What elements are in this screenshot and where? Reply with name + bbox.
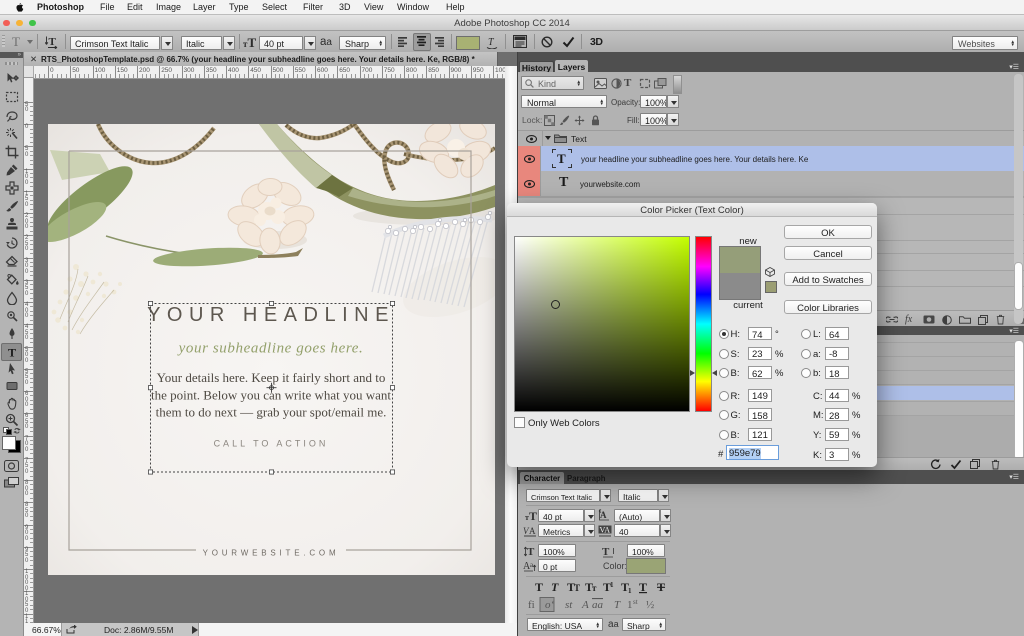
svg-text:½: ½ bbox=[646, 599, 654, 611]
svg-text:T: T bbox=[527, 546, 535, 558]
svg-text:YOURWEBSITE.COM: YOURWEBSITE.COM bbox=[203, 549, 340, 558]
svg-text:Your details here. Keep it fai: Your details here. Keep it fairly short … bbox=[157, 370, 386, 385]
svg-text:T: T bbox=[529, 510, 537, 521]
svg-text:T: T bbox=[551, 580, 559, 594]
svg-text:your subheadline goes here.: your subheadline goes here. bbox=[177, 341, 364, 357]
svg-text:YOUR HEADLINE: YOUR HEADLINE bbox=[147, 304, 395, 326]
svg-text:them to do next — grab your sp: them to do next — grab your spot/email m… bbox=[156, 405, 387, 420]
svg-text:T: T bbox=[535, 580, 543, 594]
svg-text:1: 1 bbox=[628, 587, 632, 595]
svg-text:T: T bbox=[657, 580, 665, 594]
svg-text:T: T bbox=[639, 580, 647, 594]
svg-text:т: т bbox=[592, 583, 597, 593]
svg-text:T: T bbox=[248, 36, 257, 48]
svg-text:VA: VA bbox=[600, 526, 611, 535]
svg-text:1: 1 bbox=[627, 599, 633, 611]
svg-text:οʻ: οʻ bbox=[545, 599, 555, 611]
svg-text:T: T bbox=[602, 546, 610, 558]
svg-text:T: T bbox=[557, 151, 566, 166]
svg-text:st: st bbox=[633, 598, 638, 606]
svg-text:1: 1 bbox=[610, 581, 614, 589]
svg-text:CALL TO ACTION: CALL TO ACTION bbox=[214, 439, 329, 449]
svg-text:T: T bbox=[574, 583, 580, 593]
svg-text:T: T bbox=[488, 37, 495, 48]
svg-text:a: a bbox=[530, 561, 534, 569]
svg-text:fi: fi bbox=[528, 599, 535, 611]
svg-text:T: T bbox=[8, 346, 16, 360]
svg-text:A: A bbox=[581, 599, 589, 611]
svg-text:A: A bbox=[600, 510, 607, 520]
svg-text:A: A bbox=[529, 526, 536, 536]
svg-text:T: T bbox=[614, 599, 621, 611]
svg-text:aa: aa bbox=[592, 599, 604, 611]
svg-text:st: st bbox=[565, 599, 573, 611]
